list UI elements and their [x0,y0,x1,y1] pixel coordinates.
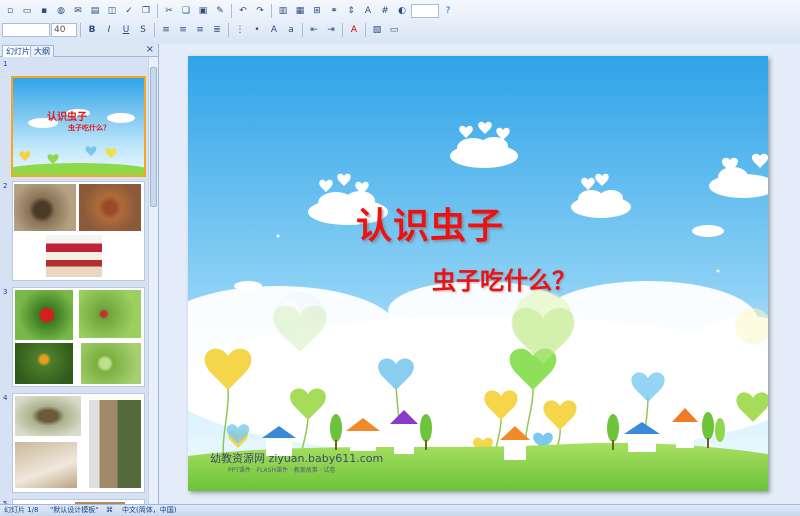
thumbnails-scrollbar[interactable] [148,57,158,504]
print-icon[interactable]: ▤ [87,3,103,19]
research-icon[interactable]: ❐ [138,3,154,19]
justify-icon[interactable]: ≣ [209,22,225,38]
undo-icon[interactable]: ↶ [235,3,251,19]
separator [154,23,155,37]
separator [271,4,272,18]
bold-icon[interactable]: B [84,22,100,38]
insect-photo [14,184,76,231]
spelling-icon[interactable]: ✓ [121,3,137,19]
cake-photo [46,235,102,277]
paste-icon[interactable]: ▣ [195,3,211,19]
decrease-indent-icon[interactable]: ⇤ [306,22,322,38]
slide-thumbnail-2[interactable] [12,181,145,281]
scrollbar-thumb[interactable] [150,67,157,207]
slide-number: 4 [3,394,8,402]
font-name-combo[interactable] [2,23,50,37]
separator [157,4,158,18]
status-bar: 幻灯片 1/8 "默认设计模板" ⌘ 中文(简体，中国) [0,504,800,516]
slide-number: 2 [3,182,8,190]
ladybug-photo [15,290,73,340]
current-slide[interactable]: 认识虫子 虫子吃什么？ 幼教资源网 ziyuan.baby611.com PPT… [188,56,768,491]
separator [228,23,229,37]
insect-photo [15,442,77,488]
insert-chart-icon[interactable]: ▥ [275,3,291,19]
aphid-photo [79,290,141,338]
thumbnail-title: 认识虫子 [47,112,87,123]
slide-subtitle[interactable]: 虫子吃什么？ [432,261,576,296]
thumbnail-subtitle: 虫子吃什么？ [68,124,110,132]
grid-icon[interactable]: # [377,3,393,19]
increase-font-icon[interactable]: A [266,22,282,38]
slide-number: 1 [3,60,8,68]
font-size-value: 40 [54,25,66,35]
formatting-toolbar: 40 B I U S ≡ ≡ ≡ ≣ ⋮ • A a ⇤ ⇥ A ▧ ▭ [2,21,402,39]
format-painter-icon[interactable]: ✎ [212,3,228,19]
cicada-photo [15,396,81,436]
font-size-combo[interactable]: 40 [51,23,77,37]
slide-editor: 认识虫子 虫子吃什么？ 幼教资源网 ziyuan.baby611.com PPT… [159,44,800,504]
close-pane-icon[interactable]: × [146,44,154,56]
toolbar: ▫ ▭ ▪ ◍ ✉ ▤ ◫ ✓ ❐ ✂ ❏ ▣ ✎ ↶ ↷ ▥ ▦ ⊞ ⚭ ⇕ … [0,0,800,45]
separator [365,23,366,37]
increase-indent-icon[interactable]: ⇥ [323,22,339,38]
insert-hyperlink-icon[interactable]: ⚭ [326,3,342,19]
italic-icon[interactable]: I [101,22,117,38]
standard-toolbar: ▫ ▭ ▪ ◍ ✉ ▤ ◫ ✓ ❐ ✂ ❏ ▣ ✎ ↶ ↷ ▥ ▦ ⊞ ⚭ ⇕ … [2,2,456,20]
design-template: "默认设计模板" [50,506,99,514]
zoom-combo[interactable] [411,4,439,18]
watermark-subtext: PPT课件 · FLASH课件 · 教案故事 · 试卷 [228,467,336,474]
slide-thumbnail-3[interactable] [12,287,145,387]
separator [80,23,81,37]
separator [302,23,303,37]
expand-all-icon[interactable]: ⇕ [343,3,359,19]
separator [231,4,232,18]
email-icon[interactable]: ✉ [70,3,86,19]
align-right-icon[interactable]: ≡ [192,22,208,38]
slide-thumbnail-1[interactable]: 认识虫子 虫子吃什么？ [0,76,148,183]
font-color-icon[interactable]: A [346,22,362,38]
insect-photo [79,184,141,231]
insert-table-icon[interactable]: ▦ [292,3,308,19]
new-icon[interactable]: ▫ [2,3,18,19]
watermark: 幼教资源网 ziyuan.baby611.com [210,452,384,465]
decrease-font-icon[interactable]: a [283,22,299,38]
aphid-photo [81,343,141,384]
insect-photo [15,343,73,384]
align-left-icon[interactable]: ≡ [158,22,174,38]
cut-icon[interactable]: ✂ [161,3,177,19]
save-icon[interactable]: ▪ [36,3,52,19]
bullets-icon[interactable]: • [249,22,265,38]
show-formatting-icon[interactable]: A [360,3,376,19]
tab-outline[interactable]: 大纲 [30,45,54,57]
slides-pane: 幻灯片 大纲 × 1 认识虫子 虫子吃什么？ 2 3 4 5 [0,44,159,504]
permission-icon[interactable]: ◍ [53,3,69,19]
underline-icon[interactable]: U [118,22,134,38]
design-icon[interactable]: ▧ [369,22,385,38]
shadow-icon[interactable]: S [135,22,151,38]
cicada-photo [89,400,141,488]
help-icon[interactable]: ? [440,3,456,19]
slide-thumbnail-4[interactable] [12,393,145,493]
slide-thumbnails: 1 认识虫子 虫子吃什么？ 2 3 4 5 [0,57,148,504]
slide-counter: 幻灯片 1/8 [4,506,39,514]
color-grayscale-icon[interactable]: ◐ [394,3,410,19]
redo-icon[interactable]: ↷ [252,3,268,19]
slide-title[interactable]: 认识虫子 [356,197,504,249]
separator [342,23,343,37]
spelling-status-icon[interactable]: ⌘ [106,505,113,516]
align-center-icon[interactable]: ≡ [175,22,191,38]
numbering-icon[interactable]: ⋮ [232,22,248,38]
open-icon[interactable]: ▭ [19,3,35,19]
pane-tabs: 幻灯片 大纲 × [0,44,158,57]
print-preview-icon[interactable]: ◫ [104,3,120,19]
tables-borders-icon[interactable]: ⊞ [309,3,325,19]
new-slide-icon[interactable]: ▭ [386,22,402,38]
copy-icon[interactable]: ❏ [178,3,194,19]
language-status: 中文(简体，中国) [122,506,177,514]
slide-number: 3 [3,288,8,296]
